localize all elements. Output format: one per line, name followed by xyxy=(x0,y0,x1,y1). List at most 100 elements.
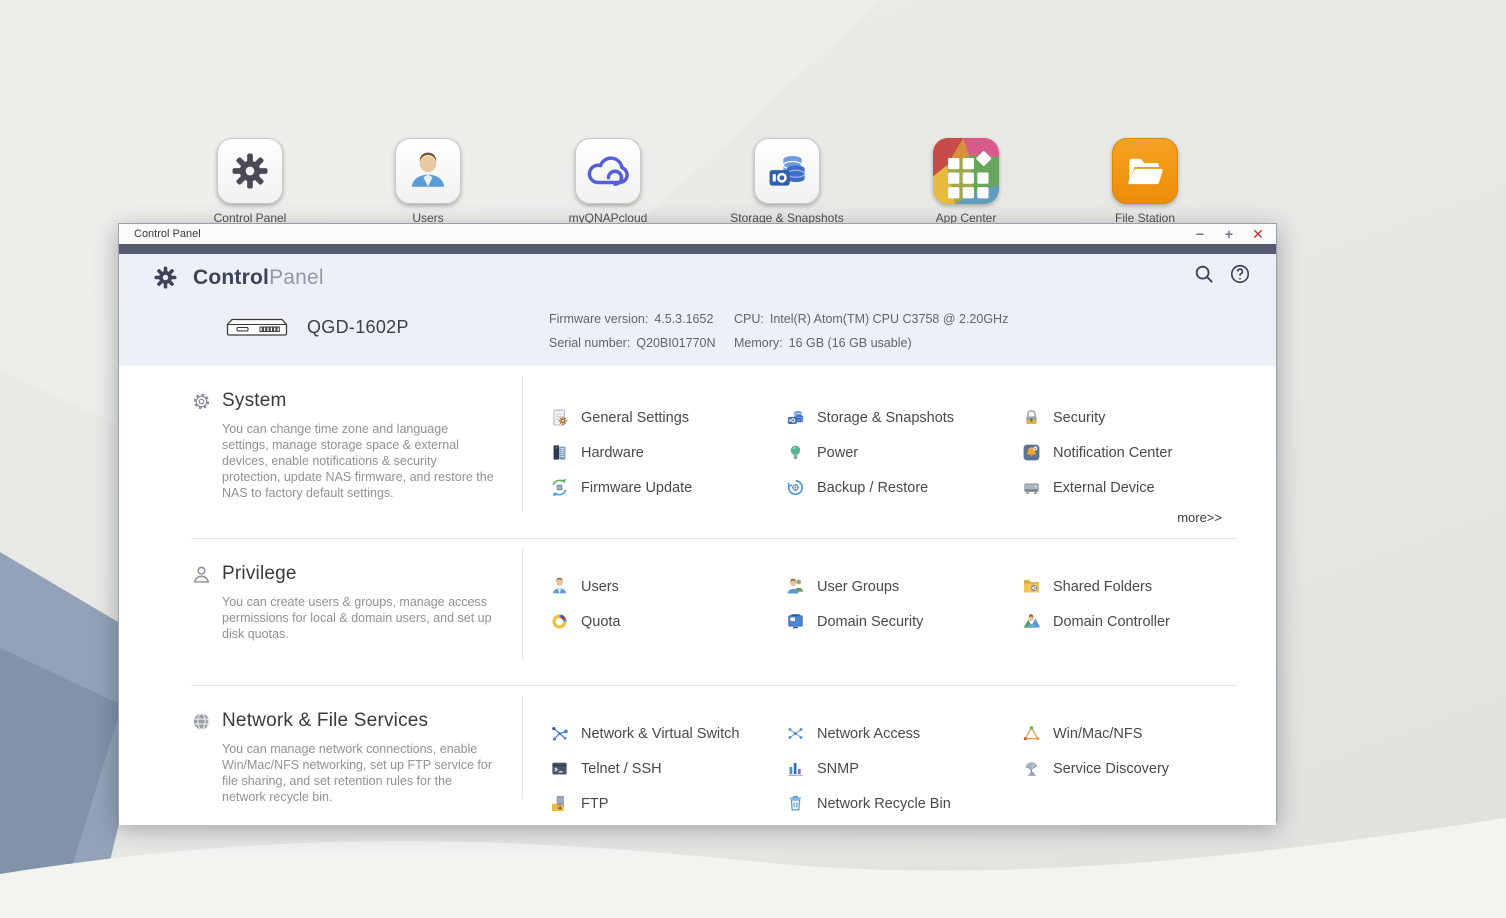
item-label: Quota xyxy=(581,614,621,630)
search-icon[interactable] xyxy=(1193,263,1215,285)
network-access-icon xyxy=(786,724,805,743)
serial-label: Serial number: xyxy=(549,336,630,350)
backup-restore-icon xyxy=(786,478,805,497)
window-header: ControlPanel QGD-1602P Firmware version:… xyxy=(119,254,1276,366)
item-backup-restore[interactable]: Backup / Restore xyxy=(786,470,1022,505)
item-shared-folders[interactable]: Shared Folders xyxy=(1022,569,1258,604)
memory-value: 16 GB (16 GB usable) xyxy=(789,336,912,350)
close-button[interactable]: ✕ xyxy=(1250,224,1266,244)
telnet-ssh-icon xyxy=(550,759,569,778)
minimize-button[interactable]: − xyxy=(1192,224,1208,244)
device-model: QGD-1602P xyxy=(307,317,409,338)
desktop-icon-app-center[interactable]: App Center xyxy=(906,138,1026,225)
users-avatar-icon xyxy=(407,150,449,192)
section-network-file-services: Network & File Services You can manage n… xyxy=(119,686,1276,825)
item-service-discovery[interactable]: Service Discovery xyxy=(1022,751,1258,786)
maximize-button[interactable]: + xyxy=(1221,224,1237,244)
app-title: ControlPanel xyxy=(193,266,324,290)
item-firmware-update[interactable]: Firmware Update xyxy=(550,470,786,505)
item-storage-snapshots[interactable]: Storage & Snapshots xyxy=(786,400,1022,435)
ftp-icon xyxy=(550,794,569,813)
item-label: Backup / Restore xyxy=(817,480,928,496)
control-panel-gear-icon xyxy=(230,151,270,191)
item-label: Telnet / SSH xyxy=(581,761,662,777)
nas-device-illustration xyxy=(225,316,289,339)
section-description: You can change time zone and language se… xyxy=(191,421,494,501)
item-label: Domain Controller xyxy=(1053,614,1170,630)
cpu-value: Intel(R) Atom(TM) CPU C3758 @ 2.20GHz xyxy=(770,312,1008,326)
item-label: Storage & Snapshots xyxy=(817,410,954,426)
firmware-update-icon xyxy=(550,478,569,497)
section-title: System xyxy=(222,390,287,412)
quota-icon xyxy=(550,612,569,631)
item-label: SNMP xyxy=(817,761,859,777)
snmp-icon xyxy=(786,759,805,778)
section-description: You can manage network connections, enab… xyxy=(191,741,494,805)
device-info-right: CPU: Intel(R) Atom(TM) CPU C3758 @ 2.20GH… xyxy=(734,307,1008,355)
desktop-icon-myqnapcloud[interactable]: myQNAPcloud xyxy=(548,138,668,225)
item-label: Service Discovery xyxy=(1053,761,1169,777)
window-title: Control Panel xyxy=(119,228,201,240)
network-recycle-bin-icon xyxy=(786,794,805,813)
storage-snapshots-icon xyxy=(786,408,805,427)
desktop-icon-control-panel[interactable]: Control Panel xyxy=(190,138,310,225)
serial-value: Q20BI01770N xyxy=(636,336,715,350)
item-label: FTP xyxy=(581,796,608,812)
firmware-value: 4.5.3.1652 xyxy=(654,312,713,326)
desktop-icon-storage-snapshots[interactable]: Storage & Snapshots xyxy=(727,138,847,225)
hardware-icon xyxy=(550,443,569,462)
storage-snapshots-icon xyxy=(765,149,809,193)
item-telnet-ssh[interactable]: Telnet / SSH xyxy=(550,751,786,786)
window-content: System You can change time zone and lang… xyxy=(119,366,1276,825)
item-user-groups[interactable]: User Groups xyxy=(786,569,1022,604)
item-notification-center[interactable]: Notification Center xyxy=(1022,435,1258,470)
item-network-access[interactable]: Network Access xyxy=(786,716,1022,751)
item-general-settings[interactable]: General Settings xyxy=(550,400,786,435)
item-external-device[interactable]: External Device xyxy=(1022,470,1258,505)
item-label: External Device xyxy=(1053,480,1155,496)
section-title: Network & File Services xyxy=(222,710,428,732)
help-icon[interactable] xyxy=(1229,263,1251,285)
item-label: Users xyxy=(581,579,619,595)
section-system: System You can change time zone and lang… xyxy=(119,366,1276,538)
power-icon xyxy=(786,443,805,462)
item-quota[interactable]: Quota xyxy=(550,604,786,639)
item-network-virtual-switch[interactable]: Network & Virtual Switch xyxy=(550,716,786,751)
item-label: Network & Virtual Switch xyxy=(581,726,739,742)
item-snmp[interactable]: SNMP xyxy=(786,751,1022,786)
accent-bar xyxy=(119,244,1276,254)
item-win-mac-nfs[interactable]: Win/Mac/NFS xyxy=(1022,716,1258,751)
user-groups-icon xyxy=(786,577,805,596)
item-ftp[interactable]: FTP xyxy=(550,786,786,821)
domain-security-icon xyxy=(786,612,805,631)
item-label: Notification Center xyxy=(1053,445,1172,461)
more-link[interactable]: more>> xyxy=(1177,510,1222,525)
item-network-recycle-bin[interactable]: Network Recycle Bin xyxy=(786,786,1022,821)
folder-icon xyxy=(1124,150,1166,192)
item-hardware[interactable]: Hardware xyxy=(550,435,786,470)
control-panel-window: Control Panel − + ✕ ControlPanel QGD-160… xyxy=(118,223,1277,822)
item-label: Shared Folders xyxy=(1053,579,1152,595)
item-domain-controller[interactable]: Domain Controller xyxy=(1022,604,1258,639)
system-section-icon xyxy=(191,391,212,412)
network-section-icon xyxy=(191,711,212,732)
item-domain-security[interactable]: Domain Security xyxy=(786,604,1022,639)
item-security[interactable]: Security xyxy=(1022,400,1258,435)
item-label: Power xyxy=(817,445,858,461)
cpu-label: CPU: xyxy=(734,312,764,326)
device-info-left: Firmware version:4.5.3.1652 Serial numbe… xyxy=(549,307,716,355)
desktop-icon-file-station[interactable]: File Station xyxy=(1085,138,1205,225)
item-label: Hardware xyxy=(581,445,644,461)
desktop-icon-users[interactable]: Users xyxy=(368,138,488,225)
item-label: Security xyxy=(1053,410,1105,426)
shared-folders-icon xyxy=(1022,577,1041,596)
window-titlebar[interactable]: Control Panel − + ✕ xyxy=(119,224,1276,244)
item-label: Domain Security xyxy=(817,614,923,630)
service-discovery-icon xyxy=(1022,759,1041,778)
item-label: Firmware Update xyxy=(581,480,692,496)
item-power[interactable]: Power xyxy=(786,435,1022,470)
section-privilege: Privilege You can create users & groups,… xyxy=(119,539,1276,685)
network-virtual-switch-icon xyxy=(550,724,569,743)
item-users[interactable]: Users xyxy=(550,569,786,604)
privilege-section-icon xyxy=(191,564,212,585)
